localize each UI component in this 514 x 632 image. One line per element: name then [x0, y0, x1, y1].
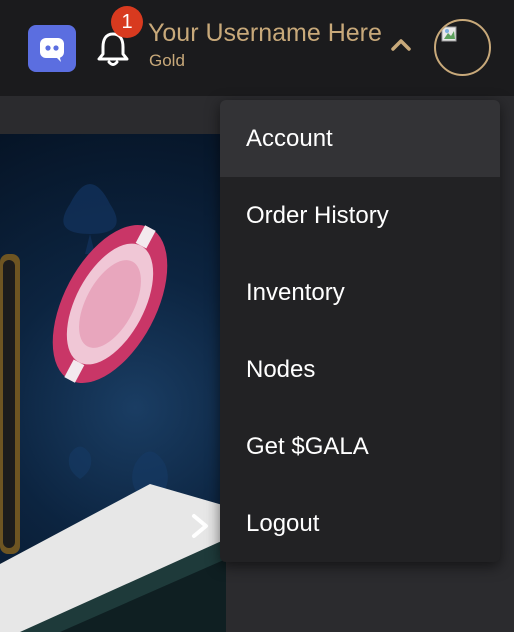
hero-banner-image — [0, 134, 226, 632]
top-nav-bar: 1 Your Username Here Gold — [0, 0, 514, 96]
discord-button[interactable] — [28, 25, 76, 72]
chevron-right-icon[interactable] — [188, 512, 212, 540]
casino-artwork — [0, 184, 226, 632]
discord-icon — [40, 37, 64, 62]
avatar[interactable] — [434, 19, 491, 76]
menu-item-order-history[interactable]: Order History — [220, 177, 500, 254]
account-dropdown-menu: Account Order History Inventory Nodes Ge… — [220, 100, 500, 562]
menu-item-logout[interactable]: Logout — [220, 485, 500, 562]
menu-item-inventory[interactable]: Inventory — [220, 254, 500, 331]
notification-badge: 1 — [111, 6, 143, 38]
username[interactable]: Your Username Here — [148, 19, 382, 48]
menu-item-account[interactable]: Account — [220, 100, 500, 177]
menu-item-get-gala[interactable]: Get $GALA — [220, 408, 500, 485]
menu-item-nodes[interactable]: Nodes — [220, 331, 500, 408]
user-tier: Gold — [149, 51, 185, 70]
broken-image-icon — [441, 26, 457, 42]
chevron-up-icon[interactable] — [389, 36, 413, 52]
